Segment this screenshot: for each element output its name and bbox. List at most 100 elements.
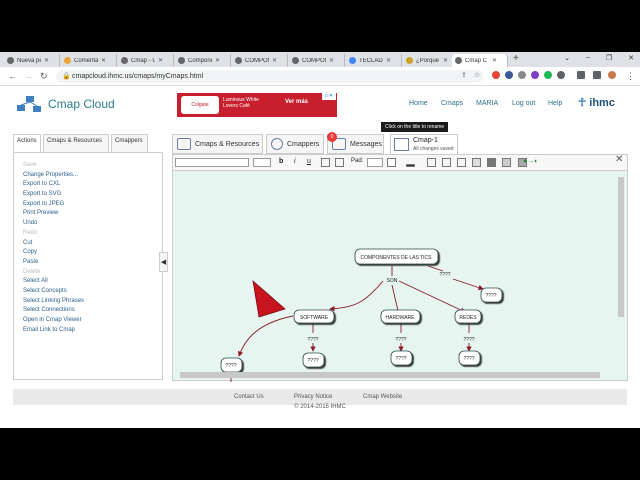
- action-item[interactable]: Select Concepts: [23, 288, 84, 298]
- action-item[interactable]: Export to JPEG: [23, 201, 84, 211]
- border-icon[interactable]: [487, 158, 496, 167]
- action-item[interactable]: Select Linking Phrases: [23, 298, 84, 308]
- action-item[interactable]: Copy: [23, 249, 84, 259]
- tab-cmappers[interactable]: Cmappers: [111, 134, 148, 152]
- puzzle-icon[interactable]: [577, 71, 585, 79]
- action-item[interactable]: Print Preview: [23, 210, 84, 220]
- action-item[interactable]: Export to CXL: [23, 181, 84, 191]
- bold-button[interactable]: b: [279, 158, 283, 165]
- tab-cmap-1[interactable]: Cmap-1 All changes saved: [390, 134, 458, 154]
- footer-contact-link[interactable]: Contact Us: [234, 394, 264, 400]
- restore-icon[interactable]: ❐: [606, 54, 612, 62]
- close-icon[interactable]: ✕: [101, 57, 106, 64]
- extension-icon[interactable]: [505, 71, 513, 79]
- star-icon[interactable]: ☆: [474, 71, 480, 79]
- line-shape-icon[interactable]: [457, 158, 466, 167]
- menu-icon[interactable]: ⋮: [626, 71, 635, 82]
- browser-tab-active[interactable]: Cmap C ✕: [452, 54, 508, 67]
- close-icon[interactable]: ✕: [329, 57, 334, 64]
- browser-tab[interactable]: Comenta ✕: [61, 54, 117, 67]
- action-item[interactable]: Select All: [23, 278, 84, 288]
- nav-cmaps[interactable]: Cmaps: [441, 100, 463, 107]
- connection-line[interactable]: [329, 280, 384, 312]
- tab-cmappers-right[interactable]: Cmappers: [266, 134, 324, 154]
- connection-line[interactable]: [237, 315, 294, 357]
- close-icon[interactable]: ✕: [272, 57, 277, 64]
- collapse-panel-button[interactable]: ◀: [159, 252, 168, 272]
- tab-cmaps-resources[interactable]: Cmaps & Resources: [43, 134, 109, 152]
- close-icon[interactable]: ✕: [215, 57, 220, 64]
- close-icon[interactable]: ✕: [492, 57, 497, 64]
- horizontal-scrollbar[interactable]: [180, 372, 600, 378]
- ad-cta[interactable]: Ver más: [285, 99, 308, 105]
- nav-help[interactable]: Help: [548, 100, 562, 107]
- action-item[interactable]: Select Connections: [23, 307, 84, 317]
- sidebar-icon[interactable]: [593, 71, 601, 79]
- connection-line[interactable]: [427, 265, 444, 272]
- extension-icon[interactable]: [492, 71, 500, 79]
- linking-phrase[interactable]: ????: [439, 272, 450, 278]
- action-item[interactable]: Cut: [23, 240, 84, 250]
- browser-tab[interactable]: ¿Porque ✕: [403, 54, 459, 67]
- shape-icon[interactable]: [502, 158, 511, 167]
- url-input[interactable]: 🔒 cmapcloud.ihmc.us/cmaps/myCmaps.html: [56, 70, 483, 83]
- action-item[interactable]: Export to SVG: [23, 191, 84, 201]
- line-color-icon[interactable]: [406, 164, 415, 167]
- linking-phrase[interactable]: ????: [463, 337, 474, 343]
- action-item[interactable]: Open in Cmap Viewer: [23, 317, 84, 327]
- pad-select[interactable]: [367, 158, 383, 167]
- cmap-title[interactable]: Cmap-1: [413, 137, 438, 144]
- nav-user[interactable]: MARIA: [476, 100, 498, 107]
- footer-cmap-website-link[interactable]: Cmap Website: [363, 394, 402, 400]
- extension-icon[interactable]: [544, 71, 552, 79]
- connection-line[interactable]: [452, 278, 484, 291]
- chevron-down-icon[interactable]: ⌄: [564, 54, 570, 62]
- action-item[interactable]: Paste: [23, 259, 84, 269]
- underline-button[interactable]: u: [307, 158, 311, 165]
- vertical-scrollbar[interactable]: [618, 177, 624, 317]
- browser-tab[interactable]: Cmap - U ✕: [118, 54, 174, 67]
- browser-tab[interactable]: COMPON✕: [289, 54, 345, 67]
- arrow-style-icon[interactable]: [442, 158, 451, 167]
- close-icon[interactable]: ✕: [158, 57, 163, 64]
- avatar[interactable]: [608, 71, 616, 79]
- linking-phrase[interactable]: ????: [395, 337, 406, 343]
- action-item[interactable]: Undo: [23, 220, 84, 230]
- extension-icon[interactable]: [557, 71, 565, 79]
- back-icon[interactable]: ←: [8, 71, 17, 81]
- text-color-icon[interactable]: [321, 158, 330, 167]
- linking-phrase[interactable]: SON: [387, 278, 398, 284]
- minimize-icon[interactable]: –: [586, 54, 590, 62]
- nested-node-icon[interactable]: ●→◐: [523, 158, 538, 165]
- close-icon[interactable]: ✕: [443, 57, 448, 64]
- browser-tab[interactable]: TECLADO✕: [346, 54, 402, 67]
- concept-map-canvas[interactable]: COMPONENTES DE LAS TICS SOFTWARE HARDWAR…: [172, 170, 628, 418]
- footer-privacy-link[interactable]: Privacy Notice: [294, 394, 332, 400]
- browser-tab[interactable]: COMPON✕: [232, 54, 288, 67]
- shadow-icon[interactable]: [472, 158, 481, 167]
- tab-actions[interactable]: Actions: [13, 134, 41, 152]
- app-name[interactable]: Cmap Cloud: [48, 97, 115, 111]
- close-icon[interactable]: ✕: [615, 154, 623, 165]
- connection-line[interactable]: [398, 280, 466, 313]
- font-family-select[interactable]: [175, 158, 249, 167]
- linking-phrase[interactable]: ????: [307, 337, 318, 343]
- ad-close-icon[interactable]: ▷✕: [322, 93, 336, 100]
- action-item[interactable]: Email Link to Cmap: [23, 327, 84, 337]
- font-size-select[interactable]: [253, 158, 271, 167]
- extension-icon[interactable]: [518, 71, 526, 79]
- nav-logout[interactable]: Log out: [512, 100, 535, 107]
- close-icon[interactable]: ✕: [386, 57, 391, 64]
- share-icon[interactable]: ⇪: [461, 71, 467, 79]
- action-item[interactable]: Change Properties...: [23, 172, 84, 182]
- connection-style-icon[interactable]: [427, 158, 436, 167]
- nav-home[interactable]: Home: [409, 100, 428, 107]
- new-tab-icon[interactable]: +: [513, 53, 519, 64]
- close-window-icon[interactable]: ✕: [628, 54, 634, 62]
- italic-button[interactable]: i: [294, 158, 296, 165]
- reload-icon[interactable]: ↻: [40, 71, 48, 82]
- browser-tab[interactable]: Nueva pe ✕: [4, 54, 60, 67]
- fill-color-icon[interactable]: [387, 158, 396, 167]
- text-shadow-icon[interactable]: [335, 158, 344, 167]
- browser-tab[interactable]: Compone ✕: [175, 54, 231, 67]
